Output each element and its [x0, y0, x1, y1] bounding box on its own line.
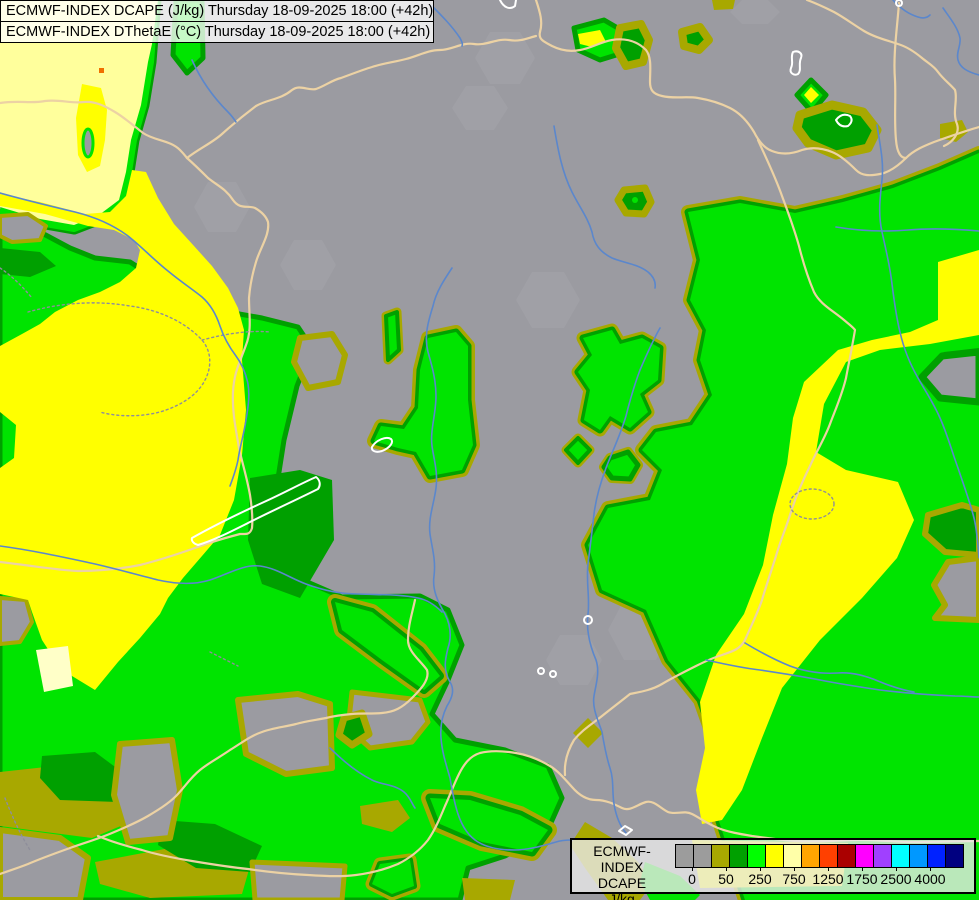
- scale-color-cell: [693, 844, 712, 868]
- scale-color-cell: [747, 844, 766, 868]
- scale-color-cell: [819, 844, 838, 868]
- title-line-dthetae: ECMWF-INDEX DThetaE (°C) Thursday 18-09-…: [0, 21, 434, 43]
- scale-color-cell: [729, 844, 748, 868]
- scale-color-cell: [945, 844, 964, 868]
- scale-tick-label: 4000: [914, 871, 946, 887]
- legend-scale: 0 50 250 750 1250 1750 2500 4000: [672, 840, 974, 892]
- legend-labels: ECMWF-INDEX DCAPE J/kg: [572, 840, 672, 900]
- color-scale-bar: [675, 844, 964, 868]
- legend-product: ECMWF-INDEX: [593, 843, 651, 875]
- orange-speck: [99, 68, 104, 73]
- legend-panel: ECMWF-INDEX DCAPE J/kg 0 50 250 750 1250 1750…: [570, 838, 976, 900]
- weather-map-page: ECMWF-INDEX DCAPE (J/kg) Thursday 18-09-…: [0, 0, 979, 900]
- scale-color-cell: [873, 844, 892, 868]
- scale-color-cell: [927, 844, 946, 868]
- scale-color-cell: [711, 844, 730, 868]
- scale-color-cell: [765, 844, 784, 868]
- title-box: ECMWF-INDEX DCAPE (J/kg) Thursday 18-09-…: [0, 0, 434, 43]
- title-line-dcape: ECMWF-INDEX DCAPE (J/kg) Thursday 18-09-…: [0, 0, 434, 22]
- dcape-map: [0, 0, 979, 900]
- scale-color-cell: [855, 844, 874, 868]
- scale-color-cell: [783, 844, 802, 868]
- legend-parameter: DCAPE: [597, 875, 647, 891]
- scale-color-cell: [909, 844, 928, 868]
- scale-color-cell: [801, 844, 820, 868]
- legend-unit: J/kg: [609, 891, 635, 900]
- scale-color-cell: [837, 844, 856, 868]
- scale-color-cell: [891, 844, 910, 868]
- scale-color-cell: [675, 844, 694, 868]
